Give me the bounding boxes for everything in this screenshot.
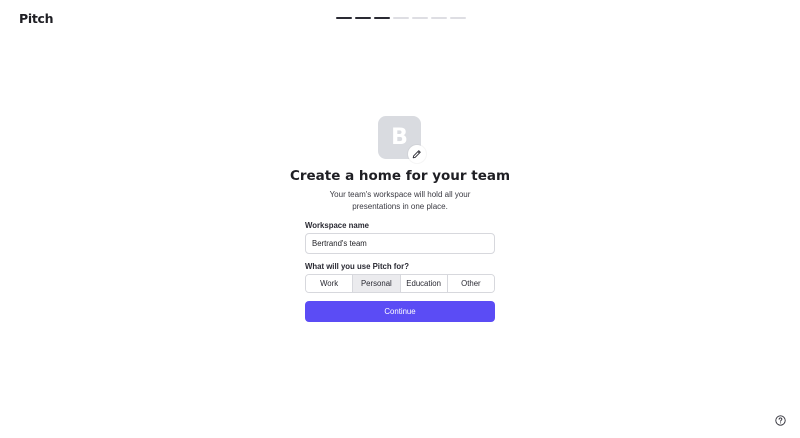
usage-option-personal[interactable]: Personal (353, 275, 401, 292)
progress-bar (336, 17, 466, 19)
usage-label: What will you use Pitch for? (305, 262, 409, 271)
help-button[interactable] (775, 413, 786, 426)
progress-step-4 (393, 17, 409, 19)
usage-option-education[interactable]: Education (400, 275, 448, 292)
progress-step-5 (412, 17, 428, 19)
progress-step-6 (431, 17, 447, 19)
usage-option-other[interactable]: Other (447, 275, 494, 292)
question-circle-icon (775, 415, 786, 426)
edit-avatar-button[interactable] (408, 145, 426, 163)
onboarding-page: Pitch B Create a home for your team Your… (0, 0, 800, 438)
progress-step-2 (355, 17, 371, 19)
usage-option-work[interactable]: Work (306, 275, 354, 292)
progress-step-7 (450, 17, 466, 19)
pencil-icon (412, 150, 421, 159)
pitch-logo: Pitch (19, 11, 54, 26)
progress-step-1 (336, 17, 352, 19)
workspace-avatar[interactable]: B (378, 116, 426, 163)
progress-step-3 (374, 17, 390, 19)
workspace-name-label: Workspace name (305, 221, 369, 230)
page-title: Create a home for your team (289, 168, 511, 184)
usage-selector: Work Personal Education Other (305, 274, 495, 293)
page-subtitle: Your team's workspace will hold all your… (329, 190, 471, 211)
workspace-name-input[interactable] (305, 233, 495, 254)
continue-button[interactable]: Continue (305, 301, 495, 322)
